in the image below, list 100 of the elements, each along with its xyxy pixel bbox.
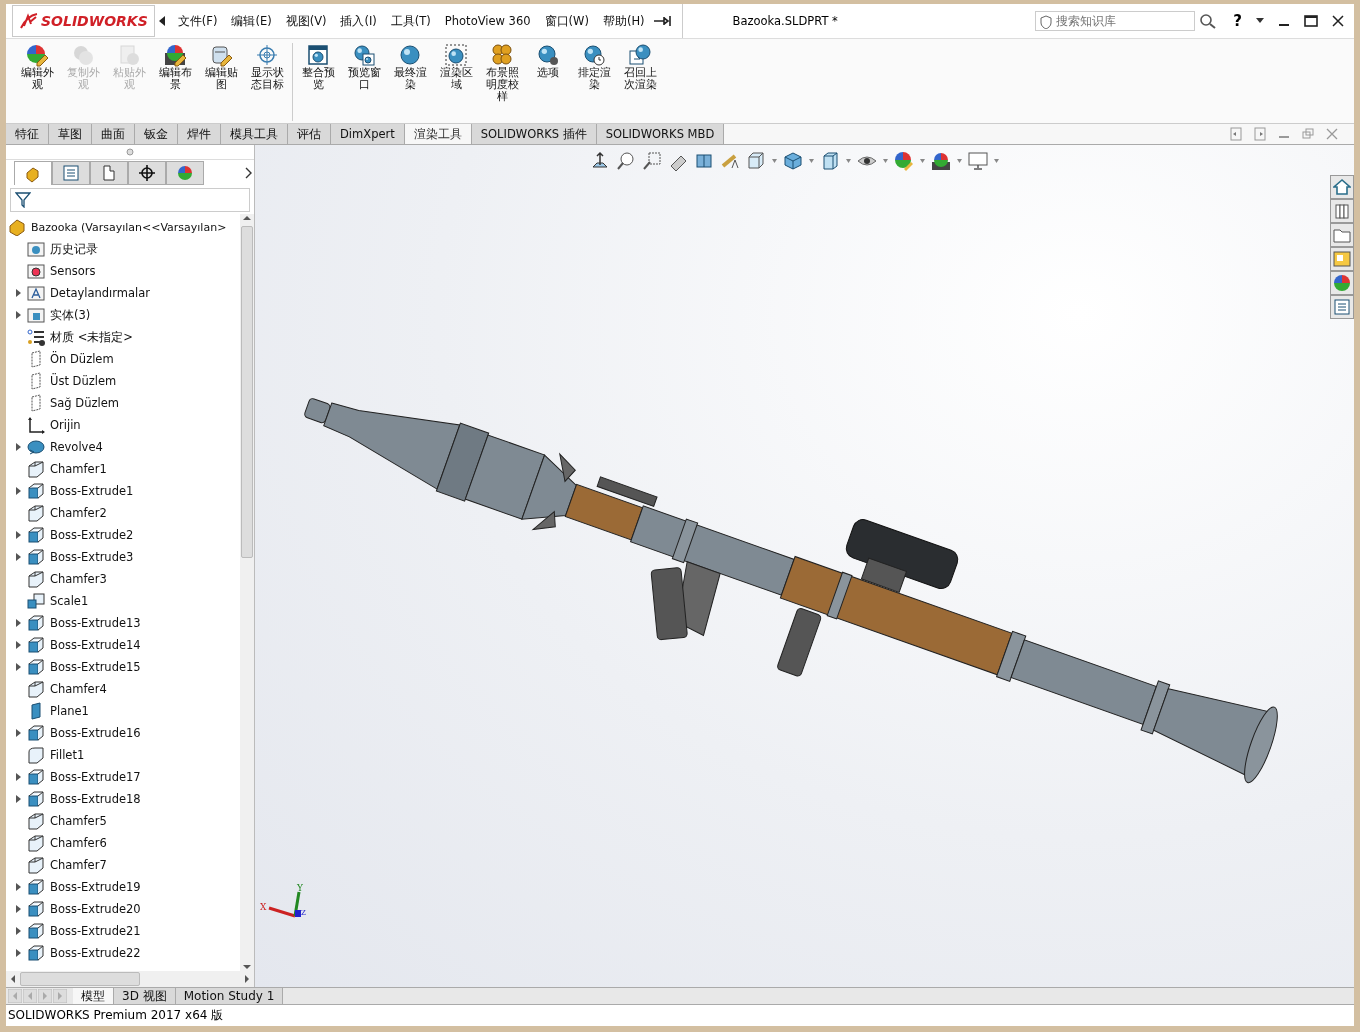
tree-item[interactable]: Boss-Extrude17 — [50, 770, 141, 784]
tree-item[interactable]: Boss-Extrude21 — [50, 924, 141, 938]
scene-sphere-icon[interactable] — [931, 151, 951, 171]
tree-item[interactable]: 实体(3) — [50, 307, 91, 323]
ribbon-tab[interactable]: SOLIDWORKS MBD — [596, 124, 725, 144]
expand-arrow-icon[interactable] — [16, 289, 22, 297]
ribbon-button[interactable]: 渲染区域 — [433, 43, 479, 91]
tree-item[interactable]: Üst Düzlem — [50, 374, 117, 388]
cube-icon[interactable] — [783, 151, 803, 171]
panel-right-icon[interactable] — [1254, 127, 1266, 141]
pin-icon[interactable] — [651, 15, 672, 27]
tree-root-label[interactable]: Bazooka (Varsayılan<<Varsayılan> — [31, 220, 227, 234]
zoom-to-fit-icon[interactable] — [616, 151, 636, 171]
tree-item[interactable]: Boss-Extrude18 — [50, 792, 141, 806]
expand-arrow-icon[interactable] — [16, 311, 22, 319]
tree-item[interactable]: Chamfer5 — [50, 814, 107, 828]
menu-item[interactable]: 文件(F) — [170, 13, 225, 29]
scroll-up-icon[interactable] — [243, 214, 251, 222]
tree-item[interactable]: Boss-Extrude2 — [50, 528, 134, 542]
ribbon-button[interactable]: 排定渲染 — [571, 43, 617, 91]
tree-item[interactable]: Fillet1 — [50, 748, 85, 762]
expand-arrow-icon[interactable] — [16, 443, 22, 451]
ribbon-button[interactable]: 编辑外观 — [14, 43, 60, 91]
expand-arrow-icon[interactable] — [16, 553, 22, 561]
tree-item[interactable]: Detaylandırmalar — [50, 286, 151, 300]
ribbon-tab[interactable]: 模具工具 — [221, 124, 288, 144]
expand-arrow-icon[interactable] — [16, 619, 22, 627]
tree-item[interactable]: Chamfer3 — [50, 572, 107, 586]
tree-item[interactable]: 历史记录 — [50, 241, 98, 257]
vertical-scrollbar[interactable] — [240, 214, 254, 971]
tree-item[interactable]: Sağ Düzlem — [50, 396, 119, 410]
tree-item[interactable]: Chamfer2 — [50, 506, 107, 520]
tree-item[interactable]: Chamfer1 — [50, 462, 107, 476]
monitor-icon[interactable] — [968, 151, 988, 171]
menu-item[interactable]: 窗口(W) — [537, 13, 596, 29]
close-icon[interactable] — [1332, 15, 1344, 27]
ribbon-button[interactable]: 预览窗口 — [341, 43, 387, 91]
expand-arrow-icon[interactable] — [16, 531, 22, 539]
tree-item[interactable]: Ön Düzlem — [50, 352, 114, 366]
filter-field[interactable] — [10, 188, 250, 212]
tree-item[interactable]: Orijin — [50, 418, 81, 432]
menu-item[interactable]: 插入(I) — [333, 13, 384, 29]
tree-item[interactable]: Boss-Extrude22 — [50, 946, 141, 960]
ribbon-button[interactable]: 布景照明度校样 — [479, 43, 525, 103]
expand-arrow-icon[interactable] — [16, 641, 22, 649]
scroll-right-icon[interactable] — [244, 975, 250, 983]
menu-item[interactable]: 帮助(H) — [595, 13, 652, 29]
expand-arrow-icon[interactable] — [16, 949, 22, 957]
tree-item[interactable]: Plane1 — [50, 704, 89, 718]
tree-item[interactable]: Boss-Extrude16 — [50, 726, 141, 740]
tree-item[interactable]: Chamfer4 — [50, 682, 107, 696]
tree-item[interactable]: Boss-Extrude15 — [50, 660, 141, 674]
task-pane-tab[interactable] — [1330, 223, 1354, 247]
tree-item[interactable]: Boss-Extrude20 — [50, 902, 141, 916]
task-pane-tab[interactable] — [1330, 271, 1354, 295]
menu-item[interactable]: PhotoView 360 — [437, 14, 538, 28]
tree-item[interactable]: Boss-Extrude14 — [50, 638, 141, 652]
normal-to-icon[interactable] — [590, 151, 610, 171]
maximize-icon[interactable] — [1304, 15, 1318, 27]
app-logo[interactable]: SOLIDWORKS — [12, 5, 155, 37]
tree-item[interactable]: Boss-Extrude19 — [50, 880, 141, 894]
ribbon-tab[interactable]: 钣金 — [135, 124, 178, 144]
cube-outline-icon[interactable] — [746, 151, 766, 171]
tree-item[interactable]: Scale1 — [50, 594, 89, 608]
ribbon-tab[interactable]: SOLIDWORKS 插件 — [471, 124, 597, 144]
expand-arrow-icon[interactable] — [16, 663, 22, 671]
tree-item[interactable]: 材质 <未指定> — [50, 329, 133, 345]
model-view-tab[interactable]: 3D 视图 — [114, 988, 176, 1004]
expand-arrow-icon[interactable] — [16, 773, 22, 781]
expand-arrow-icon[interactable] — [16, 729, 22, 737]
expand-arrow-icon[interactable] — [16, 795, 22, 803]
search-field[interactable]: 搜索知识库 — [1035, 11, 1196, 31]
panel-tab[interactable] — [128, 161, 166, 185]
model-view-tab[interactable]: 模型 — [73, 988, 114, 1004]
search-icon[interactable] — [1199, 13, 1218, 29]
expand-arrow-icon[interactable] — [16, 927, 22, 935]
scroll-left-icon[interactable] — [10, 975, 16, 983]
expand-arrow-icon[interactable] — [16, 883, 22, 891]
box-icon[interactable] — [820, 151, 840, 171]
ribbon-tab[interactable]: 草图 — [49, 124, 92, 144]
ribbon-tab[interactable]: 曲面 — [92, 124, 135, 144]
ribbon-button[interactable]: 最终渲染 — [387, 43, 433, 91]
expand-arrow-icon[interactable] — [16, 487, 22, 495]
tree-item[interactable]: Revolve4 — [50, 440, 103, 454]
color-sphere-pencil-icon[interactable] — [894, 151, 914, 171]
ribbon-tab[interactable]: 特征 — [6, 124, 49, 144]
ribbon-button[interactable]: 整合预览 — [295, 43, 341, 91]
tree-item[interactable]: Chamfer6 — [50, 836, 107, 850]
model-view-tab[interactable]: Motion Study 1 — [175, 988, 284, 1004]
menu-item[interactable]: 工具(T) — [383, 13, 438, 29]
chevron-right-icon[interactable] — [244, 167, 254, 179]
ribbon-button[interactable]: 召回上次渲染 — [617, 43, 663, 91]
task-pane-tab[interactable] — [1330, 295, 1354, 319]
tree-item[interactable]: Sensors — [50, 264, 96, 278]
ribbon-tab[interactable]: 评估 — [288, 124, 331, 144]
splitter-handle-icon[interactable] — [126, 148, 134, 156]
panel-left-icon[interactable] — [1230, 127, 1242, 141]
ribbon-tab[interactable]: DimXpert — [331, 124, 405, 144]
tree-item[interactable]: Boss-Extrude3 — [50, 550, 134, 564]
ribbon-button[interactable]: 编辑贴图 — [198, 43, 244, 91]
